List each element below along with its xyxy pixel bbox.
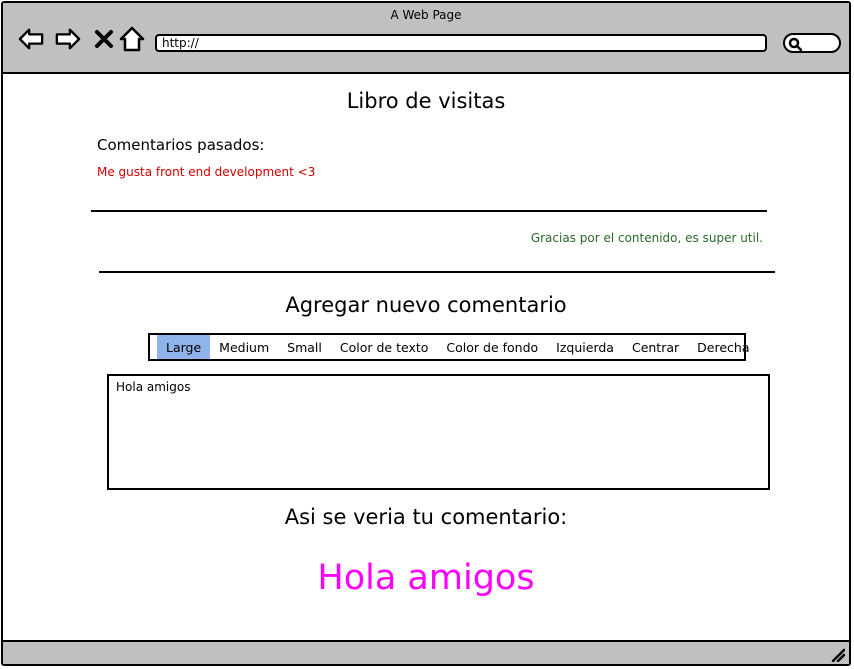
resize-grip-icon[interactable] — [829, 646, 845, 662]
tool-large[interactable]: Large — [157, 335, 211, 359]
back-arrow-icon[interactable] — [18, 25, 44, 53]
comment-item: Me gusta front end development <3 — [97, 165, 316, 179]
page-title: Libro de visitas — [346, 89, 506, 113]
tool-background-color[interactable]: Color de fondo — [437, 335, 547, 359]
divider — [91, 210, 767, 212]
preview-heading: Asi se veria tu comentario: — [284, 505, 568, 529]
comment-preview: Hola amigos — [317, 558, 535, 598]
divider — [99, 271, 775, 273]
page-content: Libro de visitas Comentarios pasados: Me… — [3, 74, 849, 642]
tool-align-center[interactable]: Centrar — [623, 335, 688, 359]
comment-textarea[interactable]: Hola amigos — [107, 374, 770, 490]
tool-align-right[interactable]: Derecha — [688, 335, 758, 359]
browser-window: A Web Page http:// Libro de visitas Come… — [1, 1, 851, 666]
tool-small[interactable]: Small — [278, 335, 331, 359]
tool-align-left[interactable]: Izquierda — [547, 335, 623, 359]
status-bar — [3, 640, 849, 664]
forward-arrow-icon[interactable] — [55, 25, 81, 53]
search-icon — [788, 37, 802, 51]
home-icon[interactable] — [119, 25, 145, 53]
add-comment-heading: Agregar nuevo comentario — [285, 293, 567, 317]
comment-item: Gracias por el contenido, es super util. — [530, 231, 763, 245]
search-field[interactable] — [783, 33, 841, 53]
close-x-icon[interactable] — [91, 25, 117, 53]
past-comments-label: Comentarios pasados: — [97, 136, 265, 154]
browser-chrome: A Web Page http:// — [3, 3, 849, 74]
tool-medium[interactable]: Medium — [210, 335, 278, 359]
window-title: A Web Page — [390, 8, 462, 22]
format-toolbar: Large Medium Small Color de texto Color … — [148, 333, 749, 361]
tool-text-color[interactable]: Color de texto — [331, 335, 438, 359]
url-bar[interactable]: http:// — [155, 34, 767, 52]
